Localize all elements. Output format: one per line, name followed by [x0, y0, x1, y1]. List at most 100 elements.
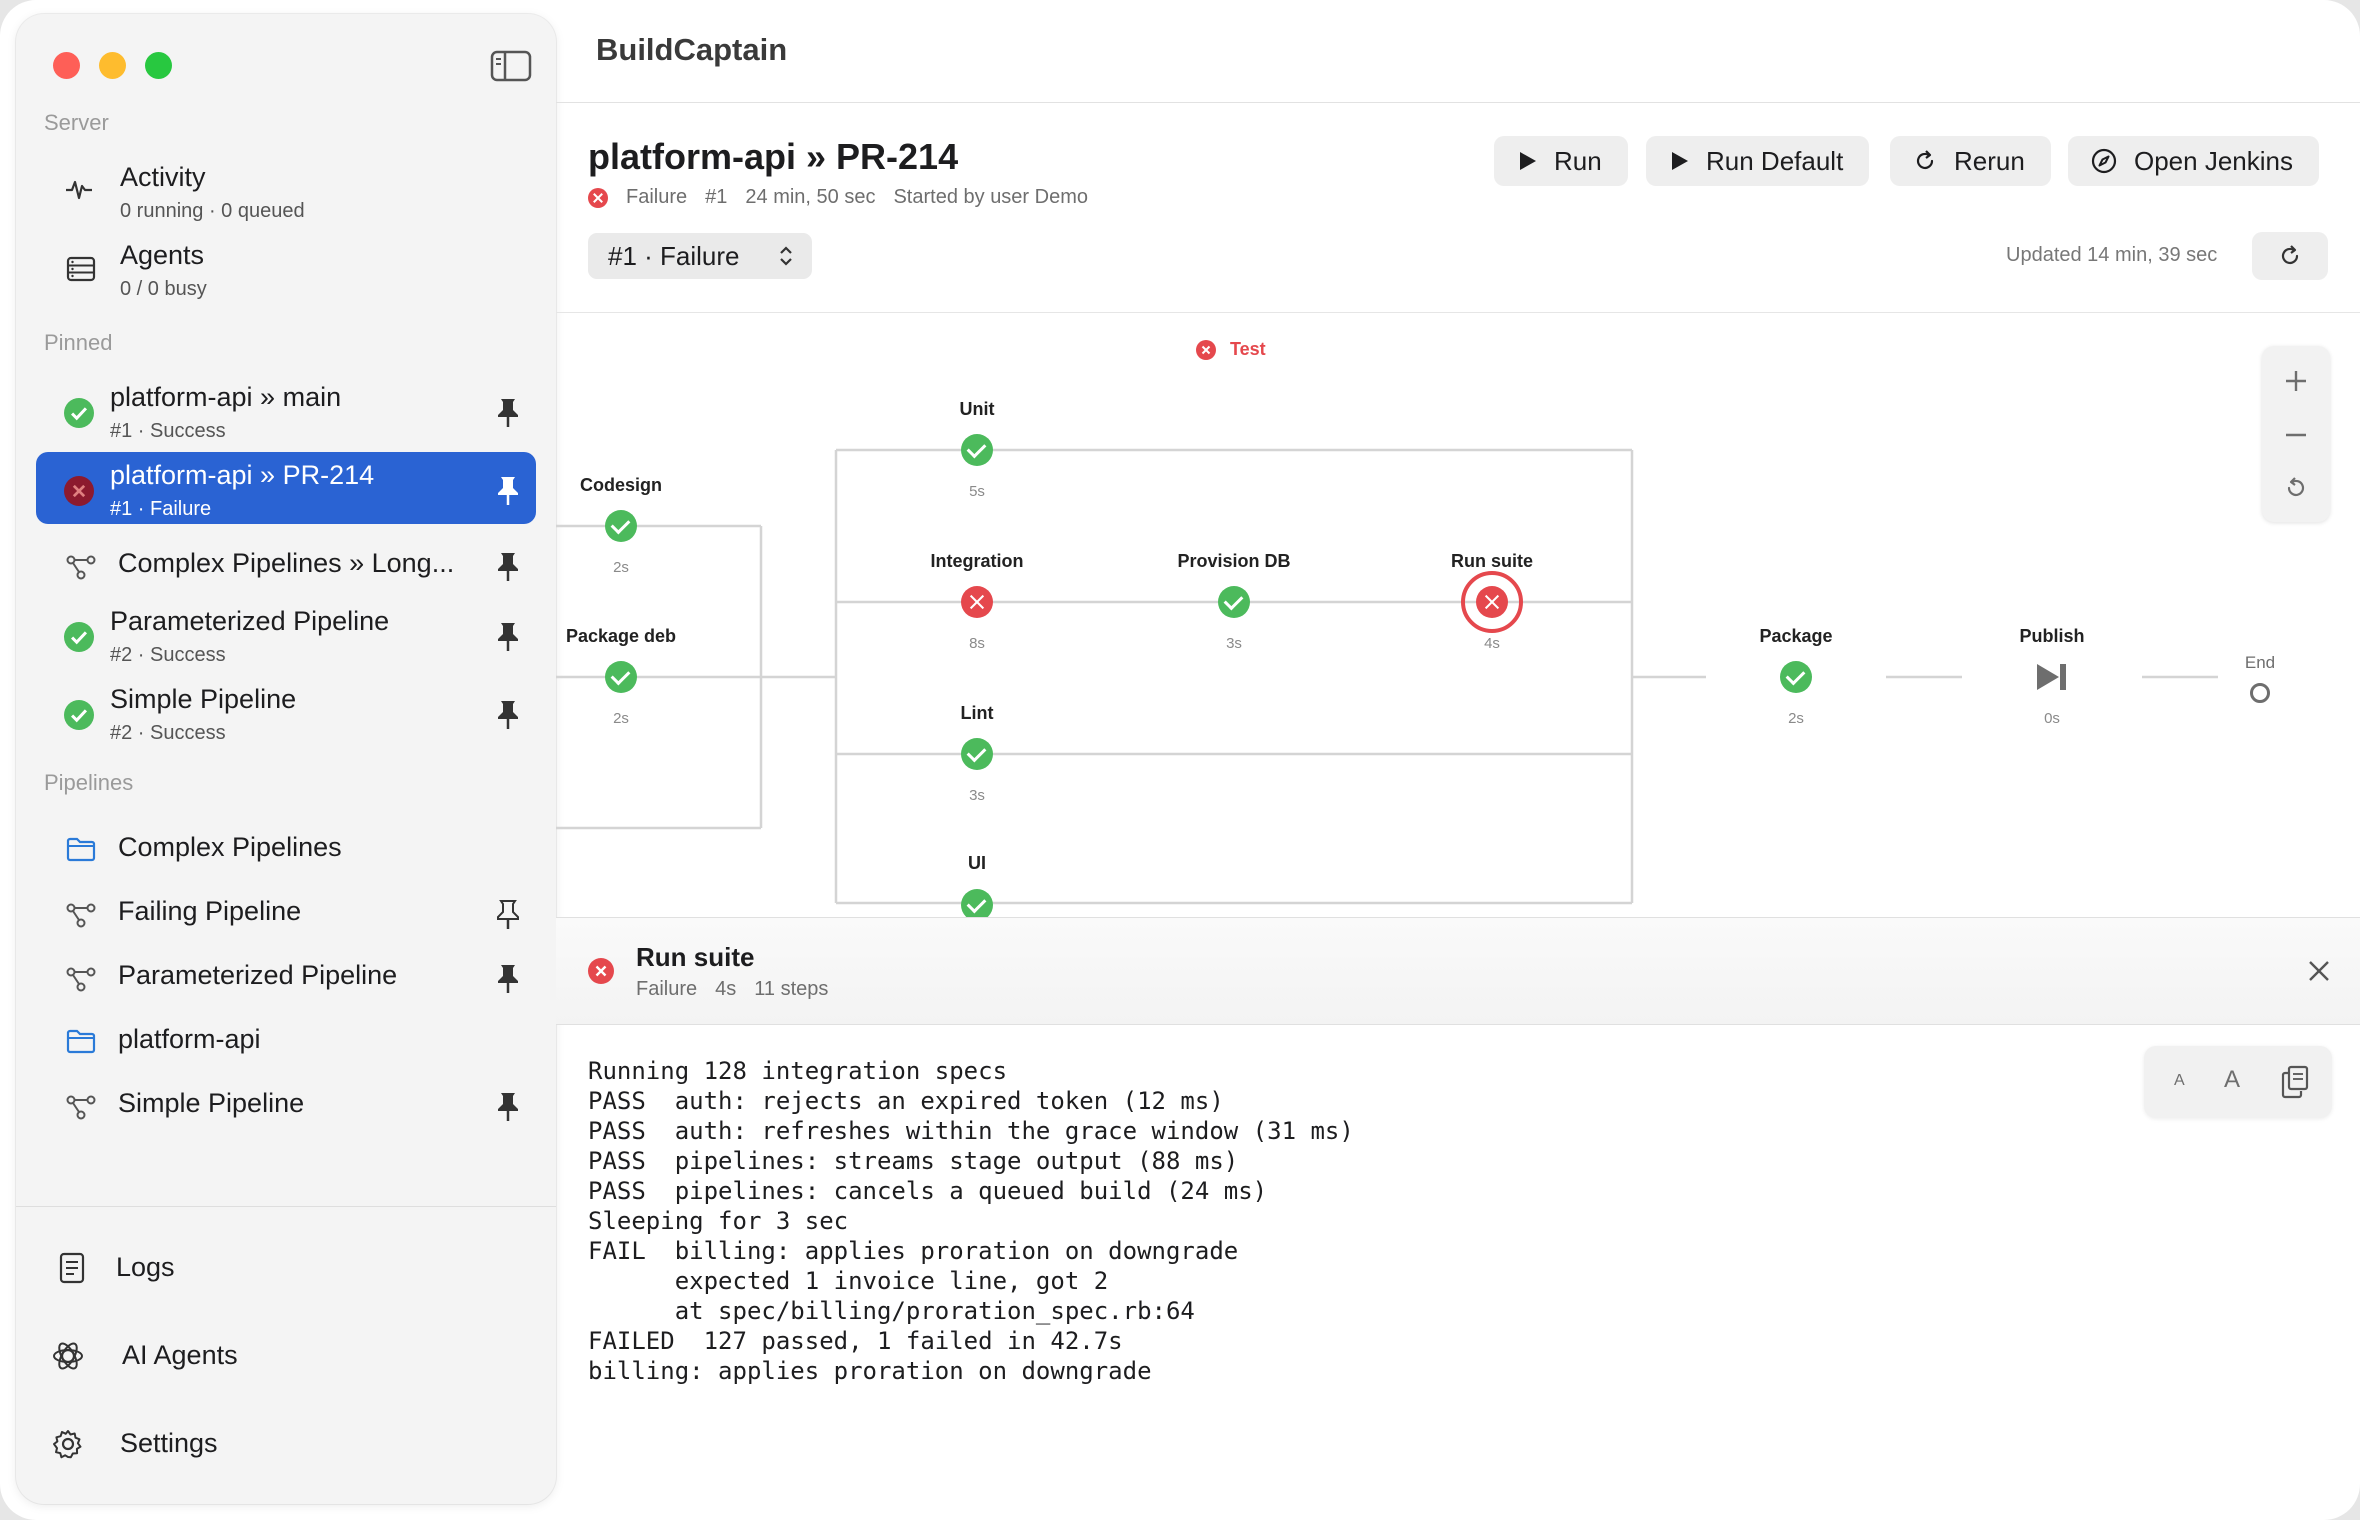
agents-icon	[66, 256, 96, 282]
decrease-font-button[interactable]: A	[2174, 1072, 2185, 1090]
sidebar-item-parameterized-pipeline[interactable]: Parameterized Pipeline #2 · Success	[36, 598, 536, 670]
stage-detail-meta: Failure 4s 11 steps	[636, 978, 828, 1001]
close-icon[interactable]	[2306, 958, 2332, 984]
node-label: Package	[1759, 626, 1833, 646]
stage-steps: 11 steps	[754, 978, 829, 1000]
sidebar-item-complex-pipelines[interactable]: Complex Pipelines	[36, 812, 536, 884]
log-line: Sleeping for 3 sec	[588, 1207, 849, 1235]
sidebar-item-subtitle: #1 · Success	[110, 420, 226, 442]
section-label-pinned: Pinned	[44, 330, 113, 355]
sidebar-item-simple-pipeline[interactable]: Simple Pipeline #2 · Success	[36, 676, 536, 748]
skip-forward-icon[interactable]	[2035, 662, 2069, 692]
sidebar-item-activity[interactable]: Activity 0 running · 0 queued	[36, 154, 536, 226]
increase-font-button[interactable]: A	[2224, 1066, 2240, 1094]
folder-icon	[66, 837, 96, 862]
zoom-controls	[2262, 346, 2330, 522]
sidebar-item-settings[interactable]: Settings	[52, 1422, 512, 1466]
log-line: billing: applies proration on downgrade	[588, 1357, 1152, 1385]
stage-node-run-suite[interactable]	[1476, 586, 1508, 618]
stage-node-ui[interactable]	[961, 889, 993, 917]
build-status: Failure	[626, 186, 688, 208]
pipeline-icon	[66, 967, 96, 992]
pin-icon[interactable]	[494, 1090, 522, 1122]
sidebar-item-subtitle: 0 running · 0 queued	[120, 200, 305, 222]
sidebar-item-platform-api[interactable]: platform-api	[36, 1004, 536, 1076]
stage-detail-header: Run suite Failure 4s 11 steps	[556, 917, 2360, 1025]
sidebar-item-label: Parameterized Pipeline	[110, 606, 390, 636]
sidebar-item-ai-agents[interactable]: AI Agents	[52, 1334, 512, 1378]
minimize-window-button[interactable]	[99, 52, 126, 79]
zoom-window-button[interactable]	[145, 52, 172, 79]
logs-icon	[59, 1252, 85, 1284]
section-label-pipelines: Pipelines	[44, 770, 134, 795]
sidebar-toggle-icon[interactable]	[490, 50, 532, 82]
log-line: at spec/billing/proration_spec.rb:64	[588, 1297, 1195, 1325]
sidebar-item-platform-api-pr-214[interactable]: platform-api » PR-214 #1 · Failure	[36, 452, 536, 524]
build-select[interactable]: #1 · Failure	[588, 233, 812, 279]
build-meta-row: Failure #1 24 min, 50 sec Started by use…	[588, 186, 1088, 209]
sidebar-item-label: Simple Pipeline	[110, 684, 297, 714]
sidebar-item-logs[interactable]: Logs	[52, 1246, 512, 1290]
node-label: Integration	[930, 551, 1024, 571]
copy-icon[interactable]	[2280, 1065, 2310, 1099]
run-default-button[interactable]: Run Default	[1646, 136, 1870, 186]
refresh-button[interactable]	[2252, 232, 2328, 280]
sidebar-item-label: Parameterized Pipeline	[118, 960, 398, 990]
zoom-in-icon[interactable]	[2283, 368, 2309, 394]
sidebar-item-platform-api-main[interactable]: platform-api » main #1 · Success	[36, 374, 536, 446]
node-duration: 2s	[613, 710, 629, 727]
sidebar-item-label: Activity	[120, 162, 206, 192]
ai-agents-icon	[53, 1342, 83, 1370]
failure-icon	[64, 476, 94, 506]
end-node	[2250, 683, 2270, 703]
test-stage-header[interactable]: Test	[1196, 339, 1266, 360]
stage-node-lint[interactable]	[961, 738, 993, 770]
stage-node-provision-db[interactable]	[1218, 586, 1250, 618]
run-default-button-label: Run Default	[1706, 145, 1844, 176]
sidebar-item-complex-pipelines-long[interactable]: Complex Pipelines » Long...	[36, 528, 536, 600]
unpinned-pin-icon[interactable]	[494, 898, 522, 930]
node-duration: 3s	[969, 787, 985, 804]
pin-icon[interactable]	[494, 396, 522, 428]
open-jenkins-button[interactable]: Open Jenkins	[2068, 136, 2319, 186]
pin-icon[interactable]	[494, 550, 522, 582]
run-button[interactable]: Run	[1494, 136, 1628, 186]
sidebar-item-failing-pipeline[interactable]: Failing Pipeline	[36, 876, 536, 948]
reset-zoom-icon[interactable]	[2282, 474, 2310, 502]
sidebar-footer-divider	[16, 1206, 556, 1207]
node-duration: 2s	[613, 559, 629, 576]
build-number: #1	[705, 186, 728, 208]
stage-node-package[interactable]	[1780, 661, 1812, 693]
build-started-by: Started by user Demo	[893, 186, 1088, 208]
log-line: PASS auth: rejects an expired token (12 …	[588, 1087, 1224, 1115]
sidebar-footer-label: AI Agents	[122, 1340, 238, 1370]
open-jenkins-button-label: Open Jenkins	[2134, 145, 2293, 176]
app-window: Server Activity 0 running · 0 queued Age…	[0, 0, 2360, 1520]
stage-node-codesign[interactable]	[605, 510, 637, 542]
pin-icon[interactable]	[494, 474, 522, 506]
pin-icon[interactable]	[494, 698, 522, 730]
zoom-out-icon[interactable]	[2283, 422, 2309, 448]
pin-icon[interactable]	[494, 620, 522, 652]
rerun-button[interactable]: Rerun	[1890, 136, 2051, 186]
sidebar-item-simple-pipeline-list[interactable]: Simple Pipeline	[36, 1068, 536, 1140]
sidebar-footer-label: Logs	[116, 1252, 175, 1282]
pin-icon[interactable]	[494, 962, 522, 994]
sidebar-item-parameterized-pipeline-list[interactable]: Parameterized Pipeline	[36, 940, 536, 1012]
success-icon	[64, 700, 94, 730]
close-window-button[interactable]	[53, 52, 80, 79]
rerun-icon	[1916, 150, 1934, 170]
stage-detail-title: Run suite	[636, 942, 755, 972]
log-line: expected 1 invoice line, got 2	[588, 1267, 1109, 1295]
stage-node-integration[interactable]	[961, 586, 993, 618]
stage-node-unit[interactable]	[961, 434, 993, 466]
sidebar-item-agents[interactable]: Agents 0 / 0 busy	[36, 232, 536, 304]
failure-icon	[1196, 339, 1216, 360]
log-line: PASS pipelines: streams stage output (88…	[588, 1147, 1239, 1175]
stage-node-package-deb[interactable]	[605, 661, 637, 693]
pipeline-icon	[66, 1095, 96, 1120]
app-title: BuildCaptain	[596, 32, 788, 67]
node-duration: 8s	[969, 635, 985, 652]
sidebar: Server Activity 0 running · 0 queued Age…	[16, 14, 556, 1504]
stage-duration: 4s	[715, 978, 737, 1000]
